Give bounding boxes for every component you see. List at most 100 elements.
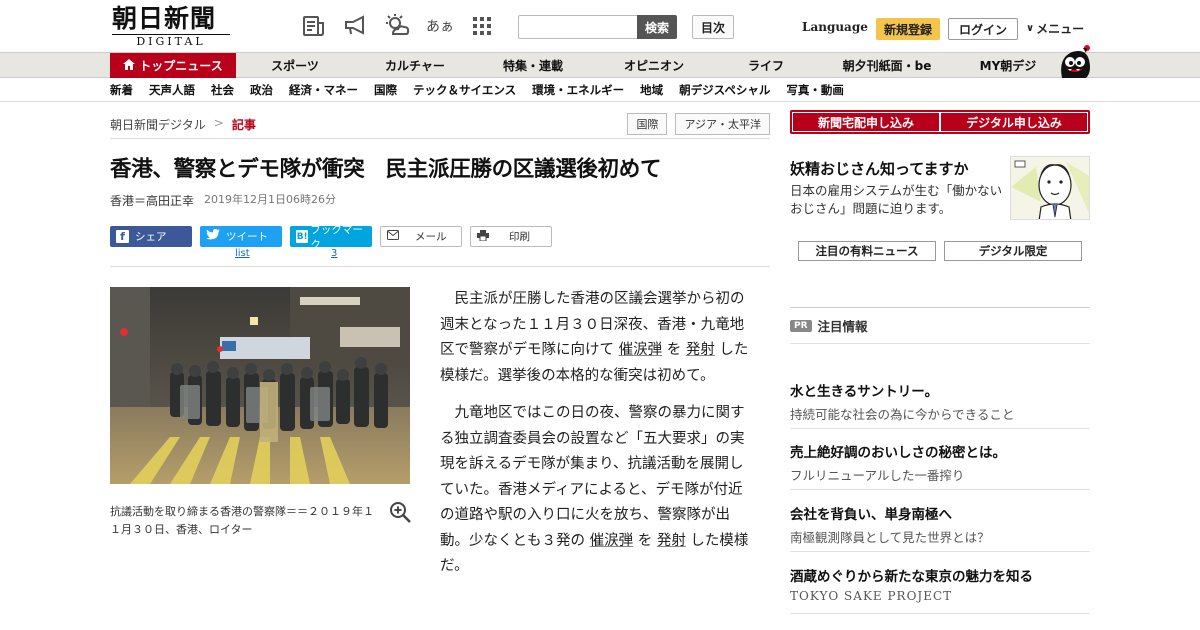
printer-icon bbox=[477, 229, 489, 244]
article-body: 民主派が圧勝した香港の区議会選挙から初の週末となった１１月３０日深夜、香港・九竜… bbox=[440, 287, 750, 592]
facebook-share-label: シェア bbox=[135, 231, 167, 243]
promo-title[interactable]: 妖精おじさん知ってますか bbox=[790, 158, 969, 179]
sponsored-title: 酒蔵めぐりから新たな東京の魅力を知る bbox=[790, 569, 1033, 585]
subscribe-digital-button[interactable]: デジタル申し込み bbox=[941, 113, 1087, 131]
search-button[interactable]: 検索 bbox=[637, 15, 677, 39]
tab-digital-only[interactable]: デジタル限定 bbox=[944, 241, 1082, 261]
author: 香港＝高田正幸 bbox=[110, 194, 195, 208]
search-input[interactable] bbox=[518, 15, 638, 39]
weather-icon[interactable] bbox=[384, 12, 412, 40]
subnav-local[interactable]: 地域 bbox=[640, 79, 663, 101]
font-size-icon[interactable]: あぁ bbox=[426, 12, 454, 40]
tag-international[interactable]: 国際 bbox=[627, 113, 668, 135]
subnav-international[interactable]: 国際 bbox=[374, 79, 397, 101]
facebook-icon: f bbox=[116, 230, 129, 243]
hatena-bookmark-button[interactable]: B! ブックマーク bbox=[290, 224, 372, 251]
mascot-icon[interactable] bbox=[1056, 44, 1092, 78]
term-link[interactable]: 催涙弾 bbox=[619, 342, 663, 358]
sponsored-subtitle: TOKYO SAKE PROJECT bbox=[790, 589, 953, 603]
twitter-share-button[interactable]: ツイート bbox=[200, 226, 282, 247]
register-button[interactable]: 新規登録 bbox=[876, 18, 940, 40]
paragraph-text: を bbox=[633, 532, 657, 549]
newspaper-icon[interactable] bbox=[300, 12, 328, 40]
twitter-share-count[interactable]: list bbox=[235, 248, 250, 259]
nav-features[interactable]: 特集・連載 bbox=[476, 53, 590, 78]
promo-illustration[interactable] bbox=[1010, 156, 1090, 220]
twitter-icon bbox=[206, 229, 220, 244]
sponsored-title: 売上絶好調のおいしさの秘密とは。 bbox=[790, 445, 1006, 461]
sponsored-subtitle: フルリニューアルした一番搾り bbox=[790, 468, 965, 483]
home-icon bbox=[123, 58, 136, 73]
sponsored-item[interactable]: 水と生きるサントリー。 持続可能な社会の為に今からできること bbox=[790, 380, 1090, 423]
megaphone-icon[interactable] bbox=[342, 12, 370, 40]
divider bbox=[790, 343, 1090, 344]
sponsored-item[interactable]: 売上絶好調のおいしさの秘密とは。 フルリニューアルした一番搾り bbox=[790, 441, 1090, 484]
sponsored-title: 会社を背負い、単身南極へ bbox=[790, 507, 952, 523]
nav-my-asahi[interactable]: MY朝デジ bbox=[960, 53, 1056, 78]
divider bbox=[790, 551, 1090, 552]
sponsored-item[interactable]: 酒蔵めぐりから新たな東京の魅力を知る TOKYO SAKE PROJECT bbox=[790, 565, 1090, 603]
breadcrumb-root[interactable]: 朝日新聞デジタル bbox=[110, 116, 206, 133]
nav-culture[interactable]: カルチャー bbox=[354, 53, 476, 78]
toc-button[interactable]: 目次 bbox=[692, 15, 734, 39]
sponsored-item[interactable]: 会社を背負い、単身南極へ 南極観測隊員として見た世界とは？ bbox=[790, 503, 1090, 546]
chevron-down-icon: ∨ bbox=[1026, 23, 1035, 34]
menu-button[interactable]: ∨ メニュー bbox=[1026, 20, 1084, 37]
zoom-icon[interactable] bbox=[388, 500, 412, 524]
subnav-politics[interactable]: 政治 bbox=[250, 79, 273, 101]
mail-icon bbox=[387, 230, 399, 243]
tag-asia-pacific[interactable]: アジア・太平洋 bbox=[675, 113, 770, 135]
page-title: 香港、警察とデモ隊が衝突 民主派圧勝の区議選後初めて bbox=[110, 157, 662, 182]
subnav-special[interactable]: 朝デジスペシャル bbox=[679, 79, 770, 101]
tab-paid-news[interactable]: 注目の有料ニュース bbox=[798, 241, 936, 261]
subnav-economy[interactable]: 経済・マネー bbox=[289, 79, 358, 101]
subnav-new[interactable]: 新着 bbox=[110, 79, 133, 101]
sponsored-subtitle: 南極観測隊員として見た世界とは？ bbox=[790, 530, 990, 545]
promo-text[interactable]: 日本の雇用システムが生む「働かないおじさん」問題に迫ります。 bbox=[790, 182, 1005, 218]
divider bbox=[790, 489, 1090, 490]
login-button[interactable]: ログイン bbox=[948, 18, 1018, 40]
header-icons: あぁ bbox=[300, 12, 496, 40]
share-bar: f シェア ツイート B! ブックマーク メール 印刷 bbox=[110, 224, 552, 251]
subnav-environment[interactable]: 環境・エネルギー bbox=[532, 79, 624, 101]
sponsored-title: 水と生きるサントリー。 bbox=[790, 384, 939, 400]
nav-sports[interactable]: スポーツ bbox=[236, 53, 354, 78]
publish-date: 2019年12月1日06時26分 bbox=[204, 193, 336, 206]
term-link[interactable]: 発射 bbox=[657, 533, 686, 549]
subnav-tenseijingo[interactable]: 天声人語 bbox=[149, 79, 195, 101]
subnav-tech[interactable]: テック＆サイエンス bbox=[413, 79, 516, 101]
mail-share-button[interactable]: メール bbox=[380, 226, 462, 247]
hatena-share-count[interactable]: 3 bbox=[331, 248, 337, 259]
nav-opinion[interactable]: オピニオン bbox=[590, 53, 718, 78]
divider bbox=[790, 428, 1090, 429]
grid-icon[interactable] bbox=[468, 12, 496, 40]
breadcrumb-separator: > bbox=[213, 116, 224, 130]
logo-sub: DIGITAL bbox=[112, 34, 230, 48]
site-header: 朝日新聞 DIGITAL あぁ 検索 目次 Language 新規登録 ログイン… bbox=[0, 0, 1200, 52]
language-link[interactable]: Language bbox=[802, 20, 868, 34]
nav-paper[interactable]: 朝夕刊紙面・be bbox=[814, 53, 960, 78]
sidebar-tabs: 注目の有料ニュース デジタル限定 bbox=[798, 241, 1082, 261]
term-link[interactable]: 催涙弾 bbox=[590, 533, 634, 549]
menu-label: メニュー bbox=[1036, 22, 1085, 36]
nav-life[interactable]: ライフ bbox=[718, 53, 814, 78]
pr-badge: PR bbox=[790, 319, 812, 332]
hatena-label: ブックマーク bbox=[310, 223, 363, 251]
divider bbox=[790, 613, 1090, 614]
site-logo[interactable]: 朝日新聞 DIGITAL bbox=[112, 6, 230, 48]
hatena-icon: B! bbox=[296, 230, 309, 243]
article-paragraph: 民主派が圧勝した香港の区議会選挙から初の週末となった１１月３０日深夜、香港・九竜… bbox=[440, 287, 750, 389]
facebook-share-button[interactable]: f シェア bbox=[110, 226, 192, 247]
print-button[interactable]: 印刷 bbox=[470, 226, 552, 247]
subnav-society[interactable]: 社会 bbox=[211, 79, 234, 101]
term-link[interactable]: 発射 bbox=[686, 342, 715, 358]
divider bbox=[110, 266, 770, 267]
breadcrumb-current: 記事 bbox=[231, 118, 256, 132]
font-size-label: あぁ bbox=[426, 19, 454, 35]
sponsored-subtitle: 持続可能な社会の為に今からできること bbox=[790, 407, 1015, 422]
subscribe-paper-button[interactable]: 新聞宅配申し込み bbox=[793, 113, 939, 131]
paragraph-text: を bbox=[662, 342, 686, 358]
article-photo[interactable] bbox=[110, 287, 410, 484]
subnav-photo[interactable]: 写真・動画 bbox=[786, 79, 844, 101]
nav-top-news[interactable]: トップニュース bbox=[110, 53, 236, 78]
